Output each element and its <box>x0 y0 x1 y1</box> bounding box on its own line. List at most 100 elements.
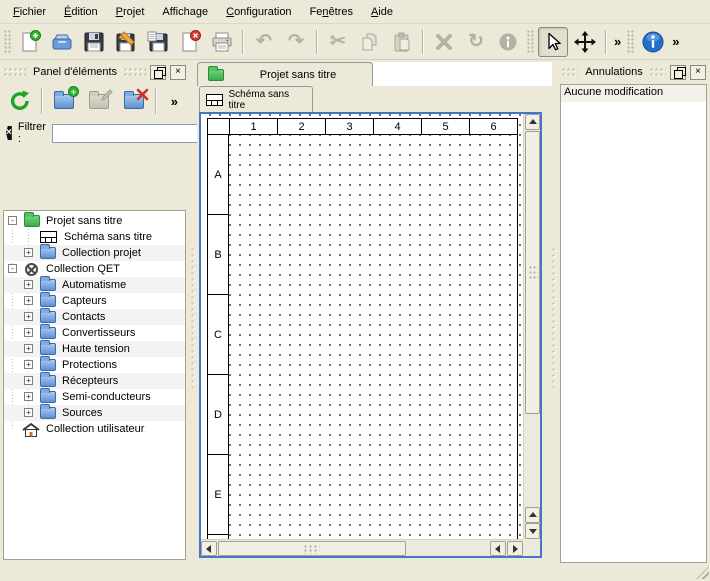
save-as-button[interactable] <box>111 27 141 57</box>
scroll-left-button-2[interactable] <box>490 541 506 556</box>
tree-item-automatisme[interactable]: + Automatisme <box>4 277 185 293</box>
delete-category-button[interactable] <box>118 85 150 117</box>
tree-item-collection-qet[interactable]: - Collection QET <box>4 261 185 277</box>
undo-panel-titlebar[interactable]: Annulations × <box>560 62 708 82</box>
elements-panel-titlebar[interactable]: Panel d'éléments × <box>2 62 188 82</box>
scroll-up-button-2[interactable] <box>525 507 540 523</box>
menu-edition[interactable]: Édition <box>55 2 107 22</box>
menu-label: ide <box>378 6 393 18</box>
tree-item-recepteurs[interactable]: + Récepteurs <box>4 373 185 389</box>
schema-canvas[interactable]: 1 2 3 4 5 6 A B C D E <box>201 114 523 539</box>
menu-affichage[interactable]: Affichage <box>153 2 217 22</box>
print-button[interactable] <box>207 27 237 57</box>
save-all-button[interactable] <box>143 27 173 57</box>
scroll-down-button[interactable] <box>525 523 540 539</box>
vertical-scrollbar[interactable] <box>523 114 540 539</box>
scroll-right-button[interactable] <box>507 541 523 556</box>
tree-item-convertisseurs[interactable]: + Convertisseurs <box>4 325 185 341</box>
menu-label: êtres <box>329 6 353 18</box>
float-panel-button[interactable] <box>150 65 166 80</box>
expand-icon[interactable]: + <box>24 296 33 305</box>
menu-projet[interactable]: Projet <box>107 2 154 22</box>
element-info-button[interactable] <box>493 27 523 57</box>
tree-item-sources[interactable]: + Sources <box>4 405 185 421</box>
about-qet-button[interactable] <box>638 27 668 57</box>
reload-collections-button[interactable] <box>4 85 36 117</box>
expand-icon[interactable]: + <box>24 280 33 289</box>
horizontal-scrollbar[interactable] <box>201 539 523 556</box>
tree-item-haute-tension[interactable]: + Haute tension <box>4 341 185 357</box>
cut-button[interactable]: ✂ <box>323 27 353 57</box>
left-splitter-handle[interactable] <box>190 60 197 575</box>
menu-configuration[interactable]: Configuration <box>217 2 300 22</box>
open-folder-icon <box>50 30 74 54</box>
edit-category-button[interactable] <box>83 85 115 117</box>
toolbar-grip[interactable] <box>527 30 534 54</box>
expand-icon[interactable]: + <box>24 328 33 337</box>
expand-icon[interactable]: + <box>24 408 33 417</box>
tree-item-collection-projet[interactable]: + Collection projet <box>4 245 185 261</box>
project-folder-icon <box>24 215 40 227</box>
float-panel-button[interactable] <box>670 65 686 80</box>
select-arrow-icon <box>542 31 564 53</box>
menu-label: onfiguration <box>234 6 292 18</box>
open-button[interactable] <box>47 27 77 57</box>
toolbar-overflow-chevron[interactable]: » <box>612 34 623 49</box>
clear-filter-icon[interactable]: × <box>6 126 12 140</box>
toolbar-grip[interactable] <box>4 30 11 54</box>
copy-button[interactable] <box>355 27 385 57</box>
save-button[interactable] <box>79 27 109 57</box>
undo-history-list[interactable]: Aucune modification <box>560 84 707 563</box>
move-mode-button[interactable] <box>570 27 600 57</box>
elements-tree: - Projet sans titre Schéma sans titre + … <box>3 210 186 560</box>
paste-button[interactable] <box>387 27 417 57</box>
close-panel-button[interactable]: × <box>690 65 706 80</box>
expand-icon[interactable]: + <box>24 376 33 385</box>
folder-icon <box>40 295 56 307</box>
redo-button[interactable]: ↷ <box>281 27 311 57</box>
scroll-left-button[interactable] <box>201 541 217 556</box>
tab-projet-sans-titre[interactable]: Projet sans titre <box>197 62 373 86</box>
save-as-icon <box>114 30 138 54</box>
tree-item-projet-sans-titre[interactable]: - Projet sans titre <box>4 213 185 229</box>
toolbar-overflow-chevron[interactable]: » <box>670 34 681 49</box>
rotate-button[interactable]: ↻ <box>461 27 491 57</box>
row-header: D <box>208 375 228 455</box>
right-splitter-handle[interactable] <box>551 60 558 575</box>
horizontal-scroll-thumb[interactable] <box>218 541 406 556</box>
elements-panel-toolbar: + » <box>0 82 190 120</box>
close-panel-button[interactable]: × <box>170 65 186 80</box>
expand-icon[interactable]: + <box>24 312 33 321</box>
scroll-up-button[interactable] <box>525 114 540 130</box>
vertical-scroll-thumb[interactable] <box>525 131 540 414</box>
tree-item-capteurs[interactable]: + Capteurs <box>4 293 185 309</box>
tree-item-collection-utilisateur[interactable]: Collection utilisateur <box>4 421 185 437</box>
filter-input[interactable] <box>52 124 202 143</box>
tree-item-schema-sans-titre[interactable]: Schéma sans titre <box>4 229 185 245</box>
tab-schema-sans-titre[interactable]: Schéma sans titre <box>199 86 313 112</box>
tree-item-contacts[interactable]: + Contacts <box>4 309 185 325</box>
expand-icon[interactable]: + <box>24 392 33 401</box>
expand-icon[interactable]: + <box>24 344 33 353</box>
menu-fenetres[interactable]: Fenêtres <box>301 2 362 22</box>
close-file-button[interactable] <box>175 27 205 57</box>
panel-overflow-chevron[interactable]: » <box>169 94 180 109</box>
new-category-button[interactable]: + <box>48 85 80 117</box>
select-mode-button[interactable] <box>538 27 568 57</box>
toolbar-grip[interactable] <box>627 30 634 54</box>
menu-aide[interactable]: Aide <box>362 2 402 22</box>
delete-button[interactable] <box>429 27 459 57</box>
undo-list-item[interactable]: Aucune modification <box>561 85 706 102</box>
new-document-button[interactable] <box>15 27 45 57</box>
undo-button[interactable]: ↶ <box>249 27 279 57</box>
arrow-up-icon <box>529 512 537 517</box>
filter-row: × Filtrer : <box>0 120 190 146</box>
collapse-icon[interactable]: - <box>8 264 17 273</box>
collapse-icon[interactable]: - <box>8 216 17 225</box>
tree-item-semi-conducteurs[interactable]: + Semi-conducteurs <box>4 389 185 405</box>
tree-item-protections[interactable]: + Protections <box>4 357 185 373</box>
menu-fichier[interactable]: Fichier <box>4 2 55 22</box>
expand-icon[interactable]: + <box>24 248 33 257</box>
tree-item-label: Schéma sans titre <box>64 231 152 243</box>
expand-icon[interactable]: + <box>24 360 33 369</box>
